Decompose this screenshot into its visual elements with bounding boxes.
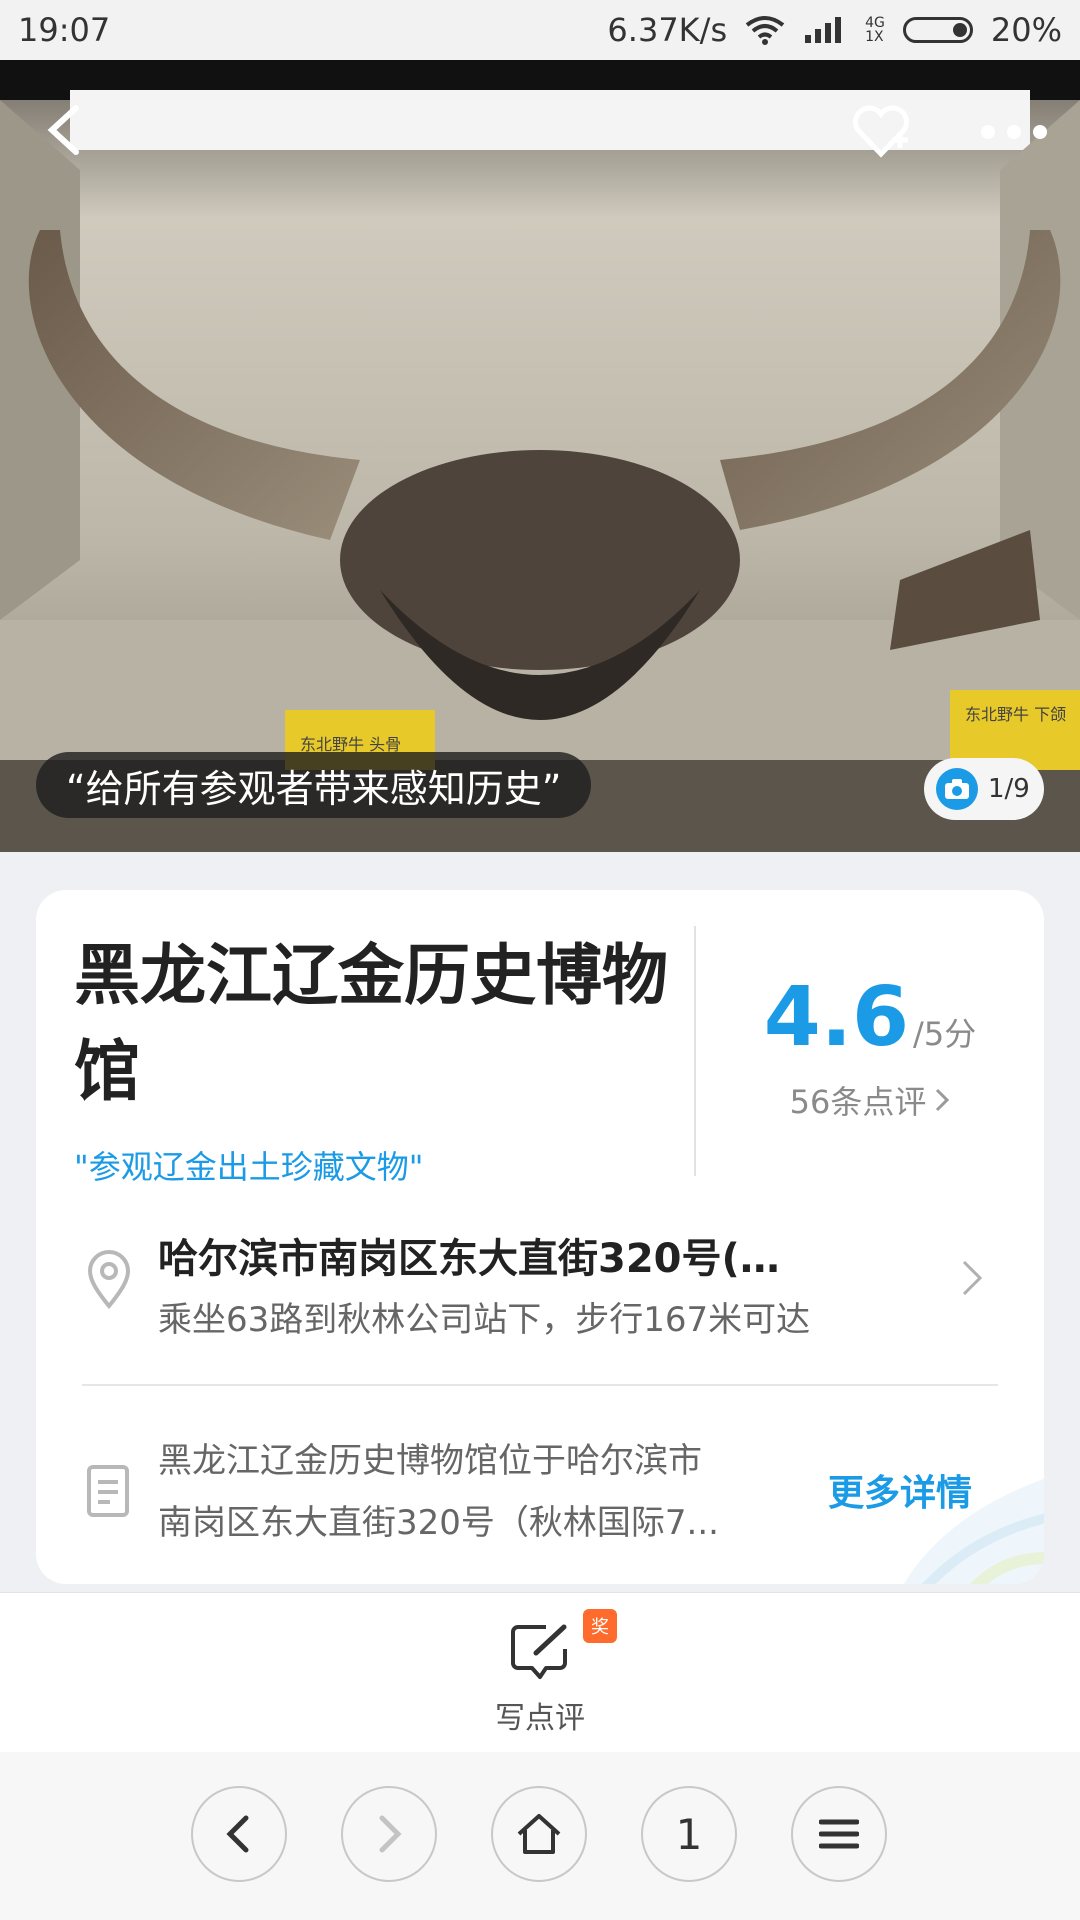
network-type-top: 4G	[865, 15, 885, 31]
browser-back-button[interactable]	[191, 1786, 287, 1882]
network-speed: 6.37K/s	[607, 11, 728, 49]
chevron-left-icon	[226, 1815, 249, 1853]
address-row[interactable]: 哈尔滨市南岗区东大直街320号(秋林... 乘坐63路到秋林公司站下，步行167…	[36, 1202, 1044, 1362]
photo-counter-text: 1/9	[988, 774, 1030, 804]
chevron-right-icon	[962, 1260, 983, 1296]
status-indicators: 6.37K/s 4G 1X 20%	[607, 11, 1062, 49]
document-icon	[87, 1465, 129, 1517]
favorite-add-icon[interactable]	[850, 100, 912, 162]
write-review-icon	[511, 1624, 567, 1679]
chevron-right-icon	[379, 1815, 402, 1853]
browser-home-button[interactable]	[491, 1786, 587, 1882]
tab-count: 1	[675, 1809, 703, 1859]
title-block: 黑龙江辽金历史博物 馆 "参观辽金出土珍藏文物"	[74, 928, 674, 1188]
more-options-icon[interactable]	[978, 120, 1050, 144]
back-icon[interactable]	[40, 100, 90, 160]
page-title-line2: 馆	[74, 1033, 140, 1110]
page-title-line1: 黑龙江辽金历史博物	[74, 937, 668, 1014]
description-line2: 南岗区东大直街320号（秋林国际7...	[158, 1503, 719, 1543]
hero-image: 东北野牛 头骨 东北野牛 下颌	[0, 60, 1080, 852]
slogan: "参观辽金出土珍藏文物"	[74, 1148, 424, 1186]
photo-counter[interactable]: 1/9	[924, 758, 1044, 820]
browser-forward-button[interactable]	[341, 1786, 437, 1882]
description-line1: 黑龙江辽金历史博物馆位于哈尔滨市	[158, 1441, 702, 1481]
menu-icon	[819, 1819, 859, 1849]
reward-badge: 奖	[583, 1609, 617, 1643]
home-icon	[517, 1814, 561, 1854]
divider-horizontal	[82, 1384, 998, 1386]
location-pin-icon	[87, 1250, 131, 1310]
battery-level: 20%	[990, 11, 1062, 49]
browser-nav-bar: 1	[0, 1752, 1080, 1920]
review-count: 56条点评	[789, 1083, 927, 1121]
description-text: 黑龙江辽金历史博物馆位于哈尔滨市 南岗区东大直街320号（秋林国际7...	[158, 1430, 798, 1554]
more-details-link[interactable]: 更多详情	[828, 1464, 972, 1516]
rating-unit: /5分	[913, 1015, 977, 1053]
specimen-label-right: 东北野牛 下颌	[965, 705, 1066, 724]
rating-score: 4.6	[763, 970, 910, 1065]
browser-tabs-button[interactable]: 1	[641, 1786, 737, 1882]
write-review-label: 写点评	[495, 1701, 585, 1736]
hero-quote-text: “给所有参观者带来感知历史”	[66, 766, 562, 811]
battery-icon	[902, 17, 973, 43]
wifi-icon	[745, 16, 785, 45]
description-row[interactable]: 黑龙江辽金历史博物馆位于哈尔滨市 南岗区东大直街320号（秋林国际7... 更多…	[36, 1430, 1044, 1584]
network-type: 4G 1X	[865, 16, 885, 44]
camera-icon	[936, 768, 978, 810]
address-text: 哈尔滨市南岗区东大直街320号(秋林...	[158, 1236, 798, 1282]
signal-icon	[805, 17, 842, 43]
chevron-right-icon	[936, 1088, 950, 1112]
write-review-bar[interactable]: 奖 写点评	[0, 1592, 1080, 1754]
hero-quote: “给所有参观者带来感知历史”	[36, 752, 592, 818]
rating-block[interactable]: 4.6 /5分 56条点评	[696, 970, 1044, 1123]
hero-photo[interactable]: 东北野牛 头骨 东北野牛 下颌 “给所有参观者带来感知历史” 1/9	[0, 60, 1080, 852]
page-title: 黑龙江辽金历史博物 馆	[74, 928, 674, 1120]
browser-menu-button[interactable]	[791, 1786, 887, 1882]
status-time: 19:07	[18, 11, 111, 49]
status-bar: 19:07 6.37K/s 4G 1X 20%	[0, 0, 1080, 60]
network-type-bottom: 1X	[865, 29, 884, 45]
rating-score-line: 4.6 /5分	[696, 970, 1044, 1065]
review-count-link[interactable]: 56条点评	[696, 1077, 1044, 1123]
transit-directions: 乘坐63路到秋林公司站下，步行167米可达	[158, 1300, 811, 1340]
info-card: 黑龙江辽金历史博物 馆 "参观辽金出土珍藏文物" 4.6 /5分 56条点评 哈…	[36, 890, 1044, 1584]
